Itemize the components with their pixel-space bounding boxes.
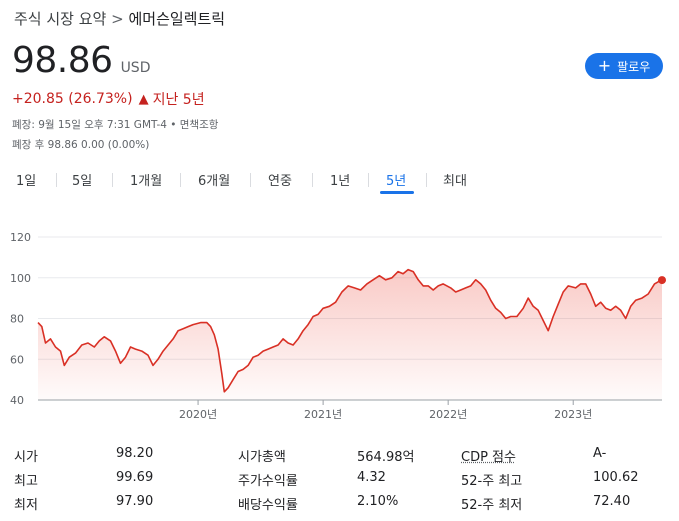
stat-label-open: 시가 <box>14 450 38 465</box>
breadcrumb-root[interactable]: 주식 시장 요약 <box>14 10 106 28</box>
price-change: +20.85 (26.73%) ▲ 지난 5년 <box>12 89 205 109</box>
tab-max[interactable]: 최대 <box>443 170 467 189</box>
tab-ytd[interactable]: 연중 <box>268 170 292 189</box>
arrow-up-icon: ▲ <box>138 91 149 107</box>
y-tick-label: 40 <box>10 394 24 407</box>
follow-button-label: 팔로우 <box>617 59 651 74</box>
stat-label-dividend-yield: 배당수익률 <box>238 498 298 513</box>
currency-label: USD <box>120 60 151 76</box>
stat-value-52w-high: 100.62 <box>593 470 639 485</box>
breadcrumb-separator: > <box>111 10 124 28</box>
closed-note: 폐장: 9월 15일 오후 7:31 GMT-4 • 면책조항 <box>12 119 219 131</box>
stat-value-low: 97.90 <box>116 494 154 509</box>
tab-1d[interactable]: 1일 <box>16 170 36 189</box>
price-row: 98.86 USD <box>12 40 150 81</box>
breadcrumb: 주식 시장 요약 > 에머슨일렉트릭 <box>14 8 225 29</box>
stat-label-high: 최고 <box>14 474 38 489</box>
stat-value-cdp-score: A- <box>593 446 607 461</box>
tab-divider <box>56 173 57 187</box>
tab-divider <box>312 173 313 187</box>
price-change-value: +20.85 (26.73%) <box>12 91 133 107</box>
stat-value-pe-ratio: 4.32 <box>357 470 386 485</box>
follow-button[interactable]: + 팔로우 <box>585 53 663 79</box>
y-tick-label: 60 <box>10 353 24 366</box>
tab-divider <box>180 173 181 187</box>
tab-5y[interactable]: 5년 <box>386 170 406 189</box>
x-tick-label: 2021년 <box>304 408 342 421</box>
tab-5d[interactable]: 5일 <box>72 170 92 189</box>
stat-label-52w-low: 52-주 최저 <box>461 498 523 513</box>
x-tick-label: 2022년 <box>429 408 467 421</box>
tab-1y[interactable]: 1년 <box>330 170 350 189</box>
stat-label-52w-high: 52-주 최고 <box>461 474 523 489</box>
tab-divider <box>426 173 427 187</box>
last-price-dot <box>658 276 666 285</box>
price-area-fill <box>38 269 662 400</box>
stat-label-pe-ratio: 주가수익률 <box>238 474 298 489</box>
stat-label-low: 최저 <box>14 498 38 513</box>
y-tick-label: 80 <box>10 313 24 326</box>
tab-6m[interactable]: 6개월 <box>198 170 230 189</box>
stat-value-dividend-yield: 2.10% <box>357 494 399 509</box>
active-tab-indicator <box>380 191 414 194</box>
stock-price: 98.86 <box>12 40 113 81</box>
stat-value-high: 99.69 <box>116 470 154 485</box>
price-change-period: 지난 5년 <box>152 92 205 108</box>
y-tick-label: 100 <box>10 272 31 285</box>
after-hours-note: 폐장 후 98.86 0.00 (0.00%) <box>12 139 150 151</box>
stat-label-cdp-score[interactable]: CDP 점수 <box>461 446 516 465</box>
x-tick-label: 2023년 <box>554 408 592 421</box>
tab-divider <box>368 173 369 187</box>
breadcrumb-current: 에머슨일렉트릭 <box>128 10 226 28</box>
x-tick-label: 2020년 <box>179 408 217 421</box>
price-chart[interactable]: 120 100 80 60 40 2020년 2021년 2022년 2023년 <box>0 220 679 428</box>
tab-1m[interactable]: 1개월 <box>130 170 162 189</box>
tab-divider <box>250 173 251 187</box>
stat-value-open: 98.20 <box>116 446 154 461</box>
y-tick-label: 120 <box>10 231 31 244</box>
stat-value-market-cap: 564.98억 <box>357 450 415 465</box>
plus-icon: + <box>597 56 612 75</box>
stat-value-52w-low: 72.40 <box>593 494 631 509</box>
tab-divider <box>112 173 113 187</box>
stat-label-market-cap: 시가총액 <box>238 450 286 465</box>
